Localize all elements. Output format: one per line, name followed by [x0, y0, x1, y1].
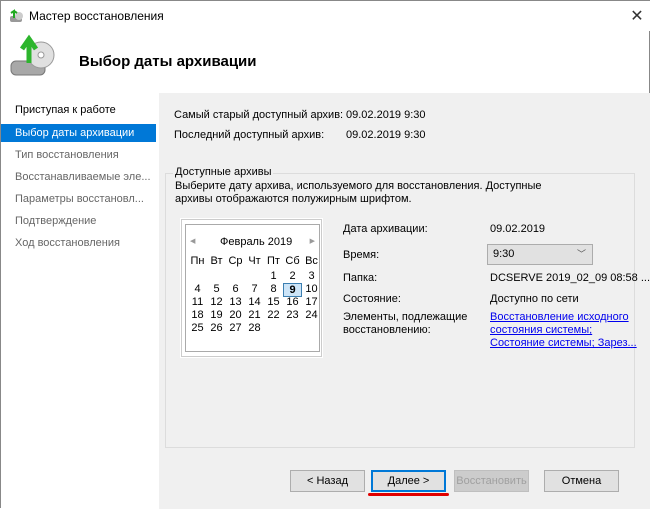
calendar-day[interactable]: 12 [207, 296, 226, 310]
weekday-header: Ср [228, 255, 243, 267]
calendar-day[interactable]: 5 [207, 283, 226, 297]
group-description: Выберите дату архива, используемого для … [175, 180, 542, 205]
backup-drive-icon [10, 34, 55, 76]
close-button[interactable]: ✕ [627, 6, 647, 25]
next-button[interactable]: Далее > [371, 470, 446, 492]
step-getting-started: Приступая к работе [15, 104, 116, 116]
time-select[interactable]: 9:30 ﹀ [487, 244, 593, 265]
calendar-day[interactable]: 8 [264, 283, 283, 297]
calendar-day[interactable]: 17 [302, 296, 321, 310]
state-value: Доступно по сети [490, 293, 579, 305]
calendar-day[interactable]: 4 [188, 283, 207, 297]
calendar-day[interactable]: 21 [245, 309, 264, 323]
window-title: Мастер восстановления [29, 9, 164, 23]
calendar-day[interactable]: 13 [226, 296, 245, 310]
restore-wizard-icon [10, 9, 23, 22]
oldest-archive-label: Самый старый доступный архив: [174, 109, 344, 121]
calendar-day[interactable]: 22 [264, 309, 283, 323]
calendar-month[interactable]: Февраль 2019 [220, 236, 292, 248]
page-title: Выбор даты архивации [79, 53, 257, 70]
weekday-header: Чт [248, 255, 261, 267]
group-title: Доступные архивы [173, 166, 274, 178]
weekday-header: Сб [285, 255, 300, 267]
state-label: Состояние: [343, 293, 401, 305]
calendar[interactable]: ◀ Февраль 2019 ▶ Пн Вт Ср Чт Пт Сб Вс 1 2 3 4 5 6 7 8 9… [180, 218, 323, 358]
items-link-3[interactable]: Состояние системы; Зарез... [490, 337, 637, 349]
items-link-2[interactable]: состояния системы; [490, 324, 592, 336]
archive-date-label: Дата архивации: [343, 223, 428, 235]
calendar-day[interactable]: 19 [207, 309, 226, 323]
title-bar: Мастер восстановления ✕ [1, 1, 650, 31]
calendar-day[interactable]: 25 [188, 322, 207, 336]
calendar-day[interactable]: 24 [302, 309, 321, 323]
calendar-day[interactable]: 10 [302, 283, 321, 297]
cancel-button[interactable]: Отмена [544, 470, 619, 492]
next-month-button[interactable]: ▶ [310, 237, 315, 245]
calendar-day[interactable]: 11 [188, 296, 207, 310]
prev-month-button[interactable]: ◀ [190, 237, 195, 245]
items-label-line2: восстановлению: [343, 324, 431, 336]
calendar-day[interactable]: 28 [245, 322, 264, 336]
calendar-day[interactable]: 16 [283, 296, 302, 310]
highlight-underline [368, 493, 449, 496]
folder-value: DCSERVE 2019_02_09 08:58 ... [490, 272, 650, 284]
chevron-down-icon: ﹀ [576, 249, 586, 259]
weekday-header: Вт [210, 255, 223, 267]
step-progress: Ход восстановления [15, 237, 120, 249]
calendar-day[interactable]: 15 [264, 296, 283, 310]
calendar-day[interactable]: 3 [302, 270, 321, 284]
items-label-line1: Элементы, подлежащие [343, 311, 468, 323]
calendar-day[interactable]: 2 [283, 270, 302, 284]
time-label: Время: [343, 249, 380, 261]
calendar-day[interactable]: 7 [245, 283, 264, 297]
weekday-header: Пн [190, 255, 205, 267]
back-button[interactable]: < Назад [290, 470, 365, 492]
step-recovery-options: Параметры восстановл... [15, 193, 144, 205]
items-link-1[interactable]: Восстановление исходного [490, 311, 629, 323]
latest-archive-value: 09.02.2019 9:30 [346, 129, 426, 141]
calendar-day[interactable]: 26 [207, 322, 226, 336]
calendar-day[interactable]: 18 [188, 309, 207, 323]
wizard-steps: Приступая к работе Выбор даты архивации … [1, 93, 159, 509]
calendar-day[interactable]: 20 [226, 309, 245, 323]
step-confirmation: Подтверждение [15, 215, 97, 227]
weekday-header: Вс [305, 255, 318, 267]
restore-button: Восстановить [454, 470, 529, 492]
step-recovery-type: Тип восстановления [15, 149, 119, 161]
folder-label: Папка: [343, 272, 378, 284]
latest-archive-label: Последний доступный архив: [174, 129, 325, 141]
step-select-date: Выбор даты архивации [1, 124, 156, 142]
oldest-archive-value: 09.02.2019 9:30 [346, 109, 426, 121]
calendar-day[interactable]: 14 [245, 296, 264, 310]
calendar-day[interactable]: 1 [264, 270, 283, 284]
calendar-day[interactable]: 27 [226, 322, 245, 336]
archive-date-value: 09.02.2019 [490, 223, 546, 235]
calendar-day[interactable]: 6 [226, 283, 245, 297]
step-recovery-items: Восстанавливаемые эле... [15, 171, 151, 183]
time-value: 9:30 [493, 248, 515, 260]
calendar-day[interactable]: 9 [283, 283, 302, 297]
weekday-header: Пт [267, 255, 280, 267]
calendar-day[interactable]: 23 [283, 309, 302, 323]
